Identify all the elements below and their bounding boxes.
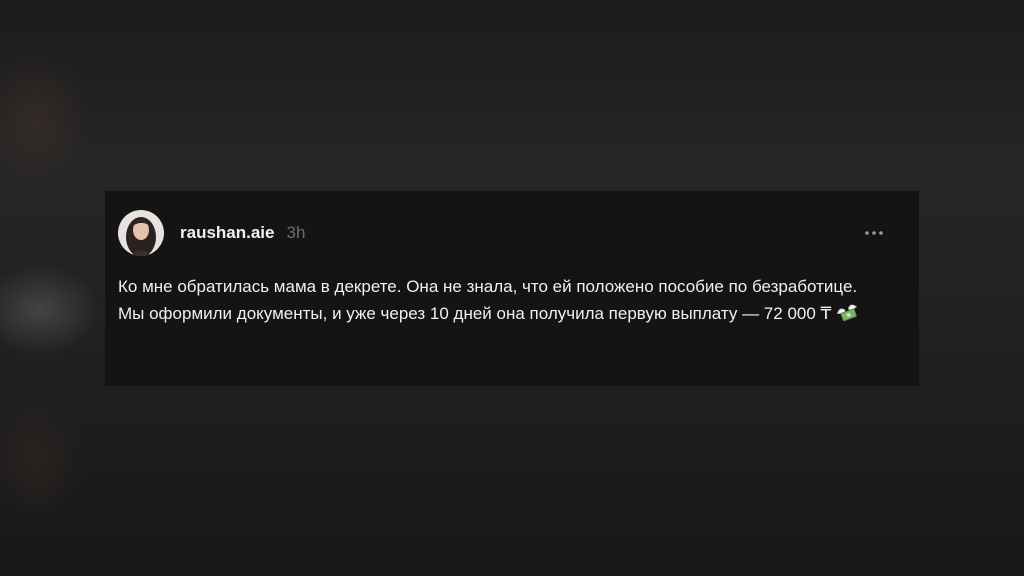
more-options-button[interactable] [863,222,885,244]
post-timestamp: 3h [286,223,306,242]
post-header: raushan.aie 3h [118,209,919,257]
post-paragraph-2: Мы оформили документы, и уже через 10 дн… [118,300,898,332]
post-paragraph-1: Ко мне обратилась мама в декрете. Она не… [118,277,858,296]
post-text: Ко мне обратилась мама в декрете. Она не… [118,273,898,332]
post-paragraph-2-text: Мы оформили документы, и уже через 10 дн… [118,304,832,323]
money-with-wings-icon [835,302,861,332]
post-card: raushan.aie 3h Ко мне обратилась мама в … [105,191,919,386]
user-avatar[interactable] [118,210,164,256]
more-horizontal-icon [865,231,883,235]
username[interactable]: raushan.aie [180,223,275,243]
